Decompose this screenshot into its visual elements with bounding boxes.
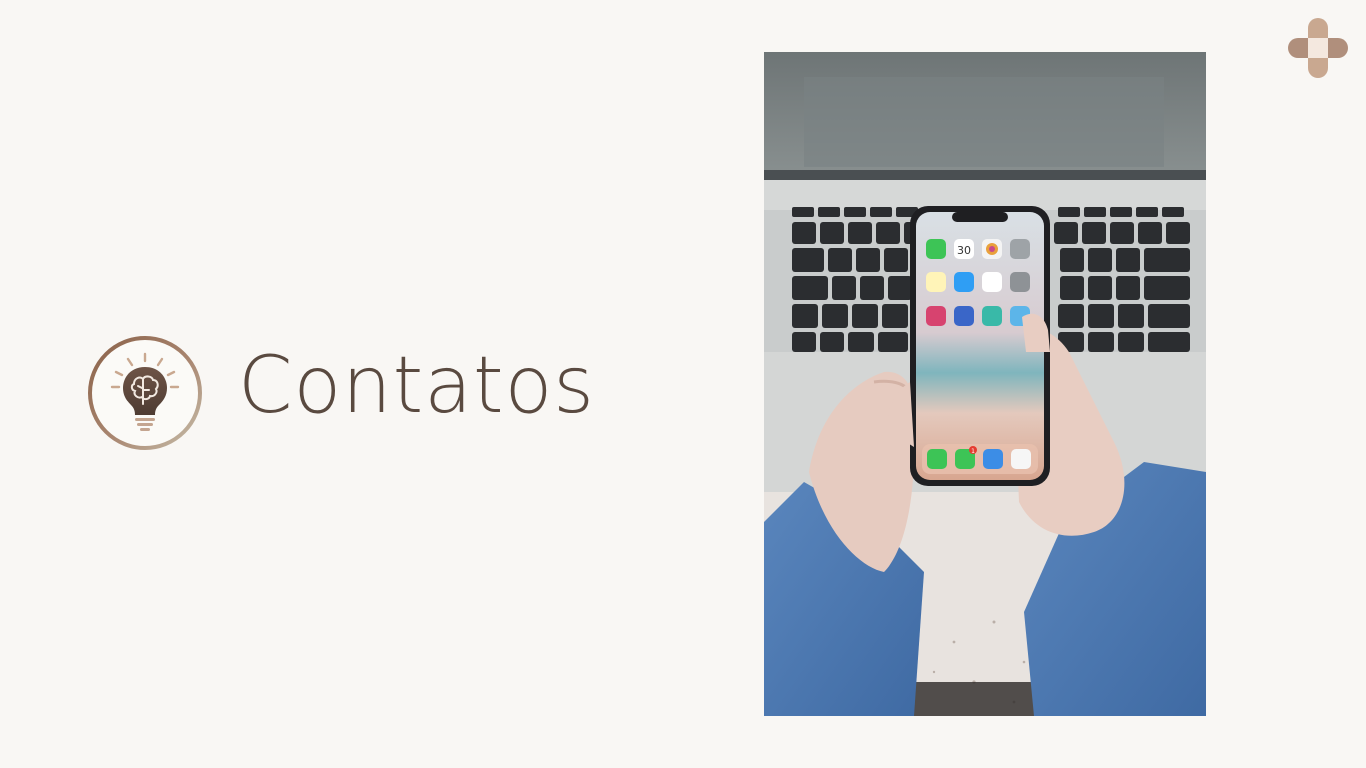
calendar-day-label: 30 (957, 244, 971, 257)
lightbulb-brain-icon (86, 334, 204, 452)
messages-badge-count: 1 (971, 448, 975, 455)
photo-hands-smartphone-laptop: 30 1 (764, 52, 1206, 716)
page-title: Contatos (238, 341, 595, 431)
plus-cross-icon (1288, 18, 1348, 78)
